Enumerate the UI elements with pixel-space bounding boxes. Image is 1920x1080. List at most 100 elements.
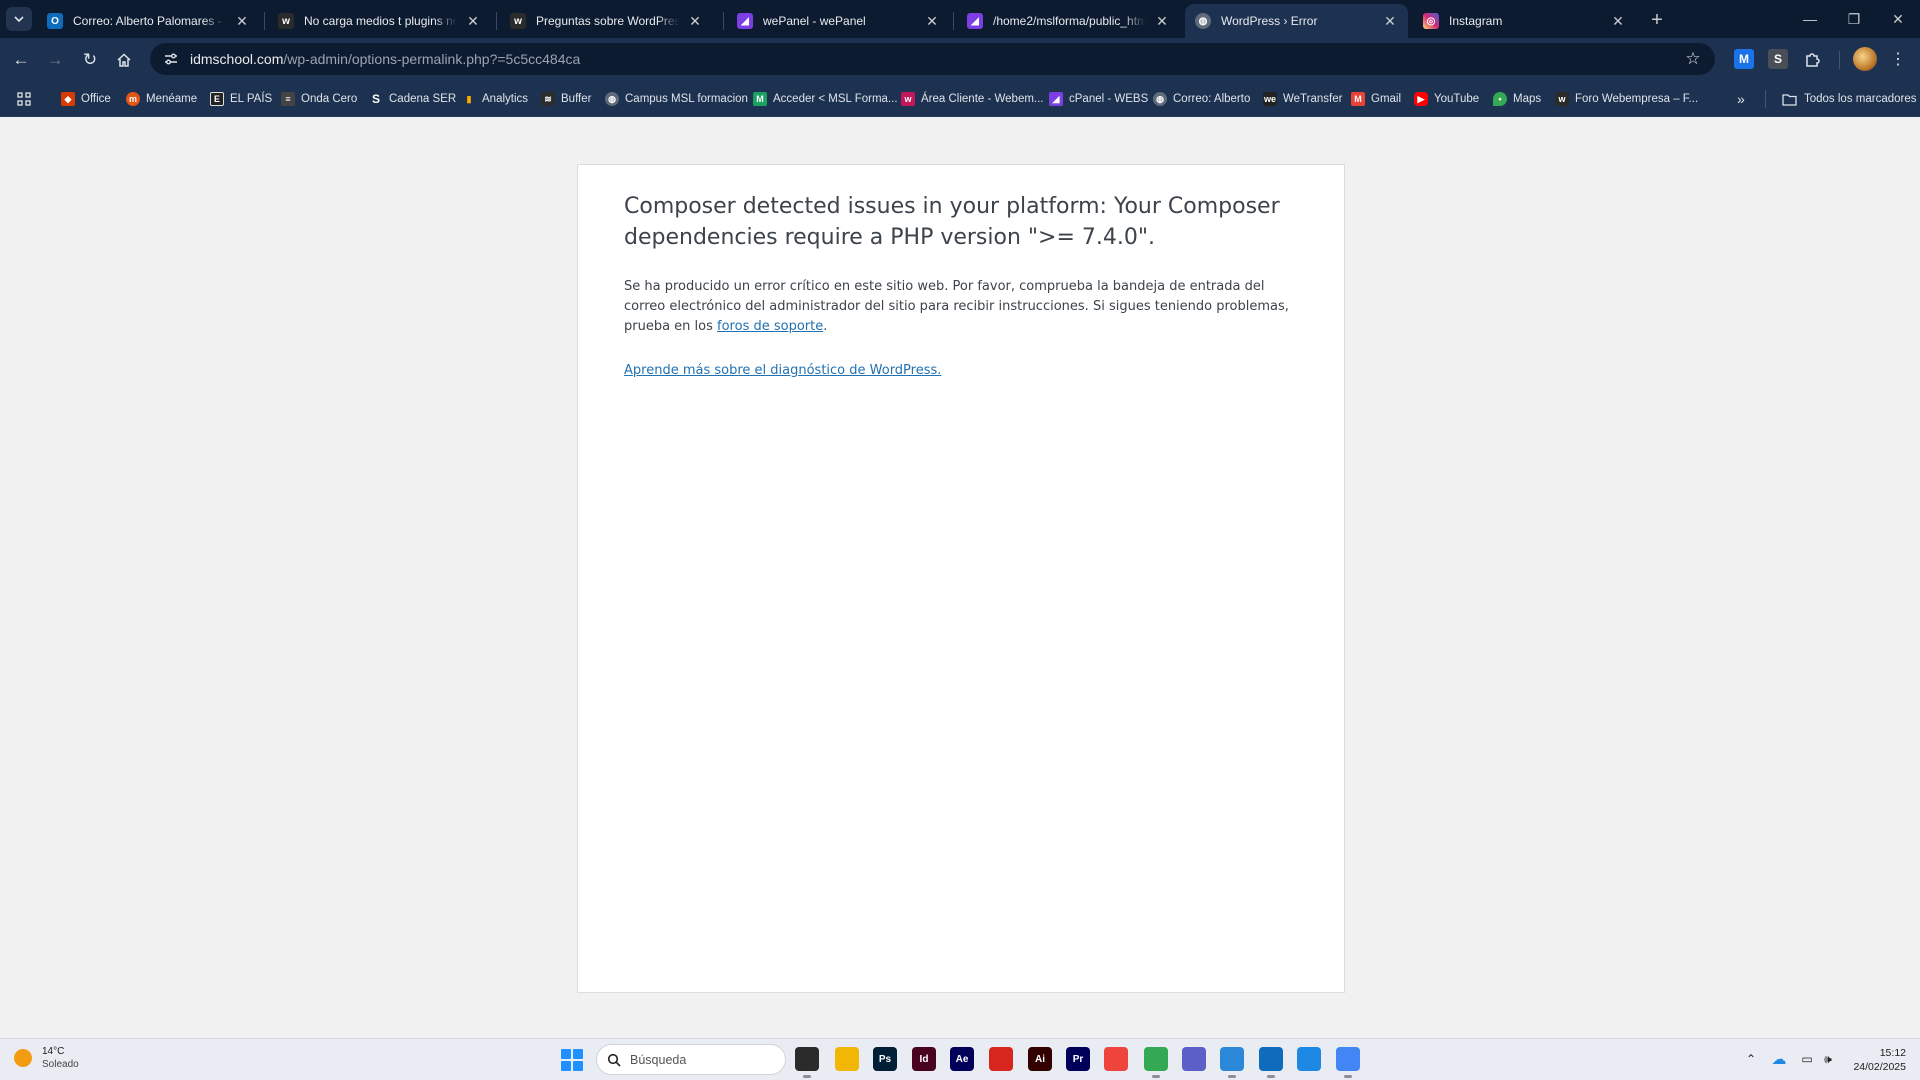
bookmark-label: Área Cliente - Webem... bbox=[921, 93, 1044, 105]
address-bar[interactable]: idmschool.com/wp-admin/options-permalink… bbox=[150, 43, 1715, 75]
bookmark-meneame[interactable]: m Menéame bbox=[126, 89, 197, 109]
start-button[interactable] bbox=[561, 1049, 583, 1071]
bookmarks-separator bbox=[1765, 90, 1766, 108]
taskbar-app-after-effects[interactable]: Ae bbox=[950, 1047, 974, 1071]
s-extension-button[interactable]: S bbox=[1768, 49, 1788, 69]
onedrive-button[interactable]: ☁ bbox=[1770, 1050, 1788, 1068]
show-hidden-icons-button[interactable]: ⌃ bbox=[1742, 1050, 1760, 1068]
wordpress-debugging-link[interactable]: Aprende más sobre el diagnóstico de Word… bbox=[624, 363, 941, 378]
bookmark-cadenaser[interactable]: S Cadena SER bbox=[369, 89, 456, 109]
minimize-icon: — bbox=[1803, 11, 1817, 27]
close-icon[interactable]: ✕ bbox=[234, 13, 250, 29]
restore-button[interactable]: ❐ bbox=[1832, 0, 1876, 38]
taskbar-app-notepad[interactable] bbox=[1297, 1047, 1321, 1071]
clock-date: 24/02/2025 bbox=[1853, 1061, 1906, 1073]
bookmark-star-button[interactable]: ☆ bbox=[1683, 49, 1703, 69]
bookmark-cpanel[interactable]: ◢ cPanel - WEBS bbox=[1049, 89, 1148, 109]
taskbar-search-box[interactable]: Búsqueda bbox=[596, 1044, 786, 1075]
weather-widget[interactable]: 14°C Soleado bbox=[14, 1045, 79, 1071]
premiere-icon: Pr bbox=[1072, 1053, 1084, 1065]
url-text[interactable]: idmschool.com/wp-admin/options-permalink… bbox=[190, 51, 580, 67]
tab-no-carga-medios[interactable]: w No carga medios t plugins no se actual… bbox=[268, 4, 491, 38]
tab-title: wePanel - wePanel bbox=[763, 14, 866, 28]
bookmark-youtube[interactable]: ▶ YouTube bbox=[1414, 89, 1479, 109]
home-button[interactable] bbox=[110, 46, 138, 74]
taskbar-app-snipping-tool[interactable] bbox=[1220, 1047, 1244, 1071]
minimize-button[interactable]: — bbox=[1788, 0, 1832, 38]
bookmark-wetransfer[interactable]: we WeTransfer bbox=[1263, 89, 1342, 109]
close-icon[interactable]: ✕ bbox=[1154, 13, 1170, 29]
profile-avatar[interactable] bbox=[1853, 47, 1877, 71]
tab-preguntas-wordpress[interactable]: w Preguntas sobre WordPress – Foro ✕ bbox=[500, 4, 713, 38]
taskbar-app-photoshop[interactable]: Ps bbox=[873, 1047, 897, 1071]
bookmark-acceder-msl[interactable]: M Acceder < MSL Forma... bbox=[753, 89, 898, 109]
forward-button[interactable]: → bbox=[41, 46, 69, 74]
support-forums-link[interactable]: foros de soporte bbox=[717, 319, 823, 334]
tune-icon bbox=[165, 53, 177, 65]
tab-title: Correo: Alberto Palomares - Outlook bbox=[73, 14, 226, 28]
close-icon[interactable]: ✕ bbox=[1610, 13, 1626, 29]
cadenaser-icon: S bbox=[371, 92, 380, 106]
indesign-icon: Id bbox=[919, 1053, 929, 1065]
more-bookmarks-button[interactable]: » bbox=[1737, 89, 1745, 109]
bookmark-elpais[interactable]: E EL PAÍS bbox=[210, 89, 272, 109]
taskbar-app-anydesk[interactable] bbox=[1104, 1047, 1128, 1071]
site-info-button[interactable] bbox=[156, 44, 186, 74]
taskbar-app-chrome[interactable] bbox=[1144, 1047, 1168, 1071]
home-icon bbox=[117, 53, 131, 67]
bookmark-gmail[interactable]: M Gmail bbox=[1351, 89, 1401, 109]
tab-wepanel[interactable]: ◢ wePanel - wePanel ✕ bbox=[727, 4, 950, 38]
taskbar-app-chrome-profile[interactable] bbox=[1336, 1047, 1360, 1071]
star-icon: ☆ bbox=[1685, 49, 1701, 68]
sun-icon bbox=[14, 1049, 32, 1067]
tab-outlook[interactable]: O Correo: Alberto Palomares - Outlook ✕ bbox=[37, 4, 260, 38]
taskbar-app-acrobat[interactable] bbox=[989, 1047, 1013, 1071]
tab-separator bbox=[953, 12, 954, 30]
extensions-button[interactable] bbox=[1803, 49, 1823, 69]
bookmark-correo[interactable]: ◍ Correo: Alberto bbox=[1153, 89, 1250, 109]
bookmark-analytics[interactable]: ▮ Analytics bbox=[462, 89, 529, 109]
instagram-icon: ◎ bbox=[1423, 13, 1439, 29]
more-vertical-icon: ⋮ bbox=[1890, 51, 1906, 68]
apps-button[interactable] bbox=[16, 89, 32, 109]
bookmark-campus-msl[interactable]: ◍ Campus MSL formacion bbox=[605, 89, 748, 109]
bookmark-label: YouTube bbox=[1434, 93, 1480, 105]
system-clock[interactable]: 15:12 24/02/2025 bbox=[1853, 1046, 1906, 1074]
close-icon[interactable]: ✕ bbox=[1382, 13, 1398, 29]
tab-instagram[interactable]: ◎ Instagram ✕ bbox=[1413, 4, 1636, 38]
taskbar-app-task-view[interactable] bbox=[795, 1047, 819, 1071]
all-bookmarks-button[interactable]: Todos los marcadores bbox=[1782, 89, 1917, 109]
tab-wordpress-error[interactable]: ◍ WordPress › Error ✕ bbox=[1185, 4, 1408, 38]
illustrator-icon: Ai bbox=[1035, 1053, 1045, 1065]
bookmark-area-cliente[interactable]: w Área Cliente - Webem... bbox=[901, 89, 1044, 109]
close-window-button[interactable]: ✕ bbox=[1876, 0, 1920, 38]
tab-search-button[interactable] bbox=[6, 7, 32, 31]
reload-button[interactable]: ↻ bbox=[76, 46, 104, 74]
m-extension-button[interactable]: M bbox=[1734, 49, 1754, 69]
bookmark-maps[interactable]: • Maps bbox=[1493, 89, 1541, 109]
new-tab-button[interactable]: + bbox=[1645, 8, 1669, 32]
tab-title: Preguntas sobre WordPress – Foro bbox=[536, 14, 679, 28]
back-button[interactable]: ← bbox=[7, 46, 35, 74]
webempresa-icon: w bbox=[278, 13, 294, 29]
running-indicator bbox=[1228, 1075, 1236, 1078]
close-icon[interactable]: ✕ bbox=[687, 13, 703, 29]
bookmark-buffer[interactable]: ≋ Buffer bbox=[541, 89, 591, 109]
tab-file-manager[interactable]: ◢ /home2/mslforma/public_html/idmschool … bbox=[957, 4, 1180, 38]
close-icon[interactable]: ✕ bbox=[924, 13, 940, 29]
taskbar-app-indesign[interactable]: Id bbox=[912, 1047, 936, 1071]
taskbar-app-teams[interactable] bbox=[1182, 1047, 1206, 1071]
close-icon[interactable]: ✕ bbox=[465, 13, 481, 29]
taskbar-app-premiere[interactable]: Pr bbox=[1066, 1047, 1090, 1071]
taskbar-app-file-explorer[interactable] bbox=[835, 1047, 859, 1071]
wp-error-box: Composer detected issues in your platfor… bbox=[577, 164, 1345, 993]
bookmark-ondacero[interactable]: ≡ Onda Cero bbox=[281, 89, 357, 109]
volume-button[interactable]: 🕪 bbox=[1819, 1050, 1837, 1068]
reload-icon: ↻ bbox=[82, 50, 98, 69]
bookmark-foro-webempresa[interactable]: w Foro Webempresa – F... bbox=[1555, 89, 1698, 109]
taskbar-app-outlook[interactable] bbox=[1259, 1047, 1283, 1071]
bookmark-office[interactable]: ◆ Office bbox=[61, 89, 111, 109]
browser-menu-button[interactable]: ⋮ bbox=[1886, 47, 1910, 71]
network-button[interactable]: ▭ bbox=[1798, 1050, 1816, 1068]
taskbar-app-illustrator[interactable]: Ai bbox=[1028, 1047, 1052, 1071]
